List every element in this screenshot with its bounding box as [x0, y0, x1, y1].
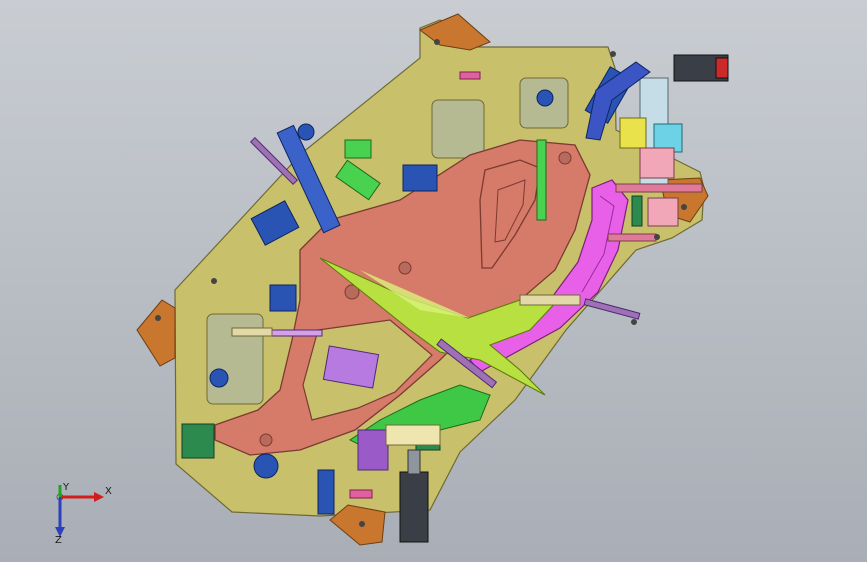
tower-block-pink[interactable]	[639, 147, 675, 179]
purple-bracket[interactable]	[357, 429, 389, 471]
bolt	[610, 51, 616, 57]
locator-block[interactable]	[631, 195, 643, 227]
bolt	[654, 234, 660, 240]
green-arm[interactable]	[536, 139, 547, 221]
holder-bar-bottom	[349, 489, 373, 499]
slider-plate[interactable]	[231, 327, 273, 337]
cad-viewport[interactable]: X Y Z	[0, 0, 867, 562]
plate-cutout-top	[431, 99, 485, 159]
clamp-cylinder[interactable]	[297, 123, 315, 141]
z-axis-label: Z	[55, 535, 62, 544]
y-axis-label: Y	[62, 482, 70, 493]
coordinate-triad: X Y Z	[55, 482, 112, 544]
purple-rod[interactable]	[583, 298, 641, 320]
clamp-block[interactable]	[269, 284, 297, 312]
bolt	[155, 315, 161, 321]
x-axis-label: X	[105, 486, 112, 497]
green-block[interactable]	[344, 139, 372, 159]
bolt	[359, 521, 365, 527]
corner-pad-left	[136, 299, 176, 367]
slider-plate[interactable]	[385, 424, 441, 446]
clamp-block[interactable]	[402, 164, 438, 192]
tower-arm-pink[interactable]	[607, 233, 657, 242]
pneumatic-cylinder-bottom-rod[interactable]	[407, 449, 421, 475]
pneumatic-cylinder-bottom[interactable]	[399, 471, 429, 543]
bolt	[211, 278, 217, 284]
frame-hole	[558, 151, 572, 165]
bolt	[434, 39, 440, 45]
tower-arm-pink[interactable]	[615, 183, 703, 193]
slider-plate[interactable]	[647, 197, 679, 227]
bolt	[631, 319, 637, 325]
slider-plate[interactable]	[519, 294, 581, 306]
clamp-cylinder[interactable]	[253, 453, 279, 479]
clamp-block[interactable]	[317, 469, 335, 515]
bolt	[681, 204, 687, 210]
clamp-cylinder[interactable]	[536, 89, 554, 107]
holder-bar-top	[459, 71, 481, 80]
clamp-cylinder[interactable]	[209, 368, 229, 388]
fixture-assembly-model[interactable]	[0, 0, 867, 562]
frame-hole	[398, 261, 412, 275]
frame-hole	[259, 433, 273, 447]
x-arrow-icon	[94, 492, 104, 502]
tower-block-yellow[interactable]	[619, 117, 647, 149]
pneumatic-cylinder-top-end[interactable]	[715, 57, 729, 79]
locator-block[interactable]	[181, 423, 215, 459]
